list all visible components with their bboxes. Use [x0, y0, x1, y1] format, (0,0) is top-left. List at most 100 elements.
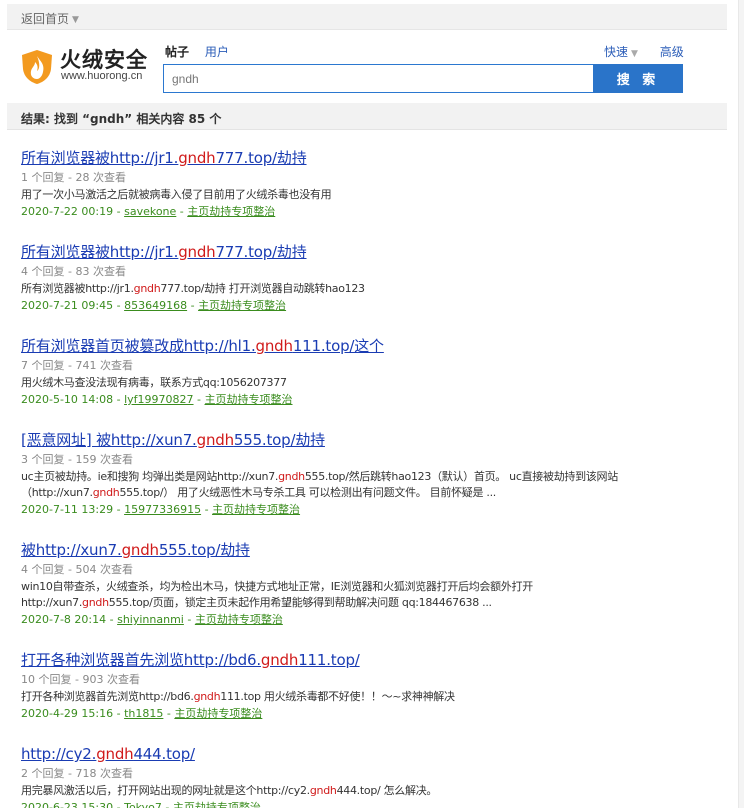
- result-date: 2020-7-11 13:29: [21, 503, 114, 516]
- logo[interactable]: 火绒安全 www.huorong.cn: [20, 48, 150, 88]
- author-link[interactable]: 853649168: [124, 299, 187, 312]
- flame-shield-icon: [22, 50, 52, 84]
- author-link[interactable]: savekone: [124, 205, 176, 218]
- author-link[interactable]: shiyinnanmi: [117, 613, 184, 626]
- result-stats: 3 个回复 - 159 次查看: [21, 453, 133, 466]
- author-link[interactable]: th1815: [124, 707, 163, 720]
- search-button[interactable]: 搜 索: [593, 64, 683, 93]
- author-link[interactable]: 853649168: [124, 299, 187, 312]
- result-title-link[interactable]: [恶意网址] 被http://xun7.gndh555.top/劫持: [21, 431, 721, 450]
- result-item: 被http://xun7.gndh555.top/劫持 4 个回复 - 504 次…: [21, 541, 721, 628]
- summary-highlight: gndh: [309, 784, 337, 797]
- tab-posts[interactable]: 帖子: [165, 43, 189, 60]
- title-highlight: gndh: [196, 431, 234, 449]
- summary-text: 用了一次小马激活之后就被病毒入侵了目前用了火绒杀毒也没有用: [21, 188, 332, 201]
- author-link[interactable]: Tokyo7: [124, 801, 162, 808]
- author-link[interactable]: th1815: [124, 707, 163, 720]
- title-highlight: gndh: [260, 651, 299, 669]
- title-highlight: gndh: [178, 243, 216, 261]
- result-summary-line: win10自带查杀，火绒查杀，均为检出木马，快捷方式地址正常，IE浏览器和火狐浏…: [21, 579, 721, 595]
- result-stats: 4 个回复 - 504 次查看: [21, 563, 133, 576]
- logo-url: www.huorong.cn: [61, 70, 143, 82]
- author-link[interactable]: lyf19970827: [124, 393, 193, 406]
- title-text: 所有浏览器首页被篡改成http://hl1.: [21, 337, 256, 355]
- result-title-link[interactable]: 所有浏览器被http://jr1.gndh777.top/劫持: [21, 149, 721, 168]
- result-summary-line: http://xun7.gndh555.top/页面，锁定主页未起作用希望能够得…: [21, 595, 721, 611]
- quick-search-link[interactable]: 快速: [604, 45, 628, 59]
- title-text: 被http://xun7.: [21, 541, 122, 559]
- forum-label: 主页劫持专项整治: [198, 299, 287, 312]
- title-text: 555.top/劫持: [233, 431, 325, 449]
- title-text: [恶意网址] 被http://xun7.: [21, 431, 197, 449]
- result-meta: 2020-5-10 14:08 - lyf19970827 - 主页劫持专项整治: [21, 393, 293, 406]
- title-text: 所有浏览器被http://jr1.: [21, 243, 179, 261]
- result-item: 所有浏览器首页被篡改成http://hl1.gndh111.top/这个 7 个回…: [21, 337, 721, 408]
- forum-link[interactable]: 主页劫持专项整治: [195, 613, 283, 626]
- result-title-link[interactable]: 所有浏览器首页被篡改成http://hl1.gndh111.top/这个: [21, 337, 721, 356]
- chevron-down-icon: ▼: [72, 15, 79, 25]
- result-summary: 结果: 找到 “gndh” 相关内容 85 个: [21, 112, 222, 126]
- title-text: 555.top/劫持: [158, 541, 250, 559]
- title-highlight: gndh: [121, 541, 159, 559]
- title-highlight: gndh: [96, 745, 134, 763]
- author-link[interactable]: savekone: [124, 205, 176, 218]
- advanced-search-link[interactable]: 高级: [660, 45, 684, 59]
- summary-text: （http://xun7.: [21, 486, 93, 499]
- result-item: [恶意网址] 被http://xun7.gndh555.top/劫持 3 个回复 …: [21, 431, 721, 518]
- forum-label: 主页劫持专项整治: [194, 613, 283, 626]
- result-title-link[interactable]: 所有浏览器被http://jr1.gndh777.top/劫持: [21, 243, 721, 262]
- summary-text: 用火绒木马查没法现有病毒，联系方式qq:1056207377: [21, 376, 287, 389]
- author-link[interactable]: 15977336915: [124, 503, 201, 516]
- author-link[interactable]: Tokyo7: [124, 801, 162, 808]
- scrollbar[interactable]: [738, 0, 744, 808]
- author-link[interactable]: lyf19970827: [124, 393, 193, 406]
- forum-label: 主页劫持专项整治: [212, 503, 301, 516]
- title-text: 打开各种浏览器首先浏览http://bd6.: [21, 651, 261, 669]
- result-item: 所有浏览器被http://jr1.gndh777.top/劫持 4 个回复 - 8…: [21, 243, 721, 314]
- result-title-link[interactable]: 被http://xun7.gndh555.top/劫持: [21, 541, 721, 560]
- title-text: 777.top/劫持: [215, 149, 307, 167]
- summary-highlight: gndh: [193, 690, 221, 703]
- author-link[interactable]: 15977336915: [124, 503, 201, 516]
- back-home-link[interactable]: 返回首页 ▼: [21, 10, 79, 27]
- title-text: 777.top/劫持: [215, 243, 307, 261]
- result-date: 2020-4-29 15:16: [21, 707, 114, 720]
- forum-link[interactable]: 主页劫持专项整治: [174, 707, 262, 720]
- result-title-link[interactable]: http://cy2.gndh444.top/: [21, 745, 721, 764]
- tab-users[interactable]: 用户: [205, 43, 229, 60]
- forum-link[interactable]: 主页劫持专项整治: [205, 393, 293, 406]
- forum-link[interactable]: 主页劫持专项整治: [187, 205, 275, 218]
- summary-text: 111.top 用火绒杀毒都不好使！！～~求神神解决: [220, 690, 455, 703]
- title-text: 所有浏览器被http://jr1.: [21, 149, 179, 167]
- result-meta: 2020-7-21 09:45 - 853649168 - 主页劫持专项整治: [21, 299, 287, 312]
- forum-link[interactable]: 主页劫持专项整治: [212, 503, 300, 516]
- search-tabs: 帖子 用户: [165, 43, 241, 61]
- result-date: 2020-7-21 09:45: [21, 299, 114, 312]
- summary-text: uc主页被劫持。ie和搜狗 均弹出类是网站http://xun7.: [21, 470, 279, 483]
- title-text: 111.top/这个: [292, 337, 384, 355]
- search-input[interactable]: [164, 65, 593, 92]
- result-stats: 4 个回复 - 83 次查看: [21, 265, 126, 278]
- result-summary-line: 所有浏览器被http://jr1.gndh777.top/劫持 打开浏览器自动跳…: [21, 281, 721, 297]
- result-date: 2020-5-10 14:08: [21, 393, 114, 406]
- author-link[interactable]: shiyinnanmi: [117, 613, 184, 626]
- result-item: 所有浏览器被http://jr1.gndh777.top/劫持 1 个回复 - 2…: [21, 149, 721, 220]
- result-summary-line: uc主页被劫持。ie和搜狗 均弹出类是网站http://xun7.gndh555…: [21, 469, 721, 485]
- result-stats: 7 个回复 - 741 次查看: [21, 359, 133, 372]
- summary-text: 555.top/页面，锁定主页未起作用希望能够得到帮助解决问题 qq:18446…: [108, 596, 492, 609]
- top-nav-bar: 返回首页 ▼: [7, 4, 727, 30]
- summary-text: 444.top/ 怎么解决。: [336, 784, 438, 797]
- result-item: 打开各种浏览器首先浏览http://bd6.gndh111.top/10 个回复…: [21, 651, 721, 722]
- result-item: http://cy2.gndh444.top/2 个回复 - 718 次查看 用完…: [21, 745, 721, 808]
- forum-link[interactable]: 主页劫持专项整治: [198, 299, 286, 312]
- summary-text: 555.top/） 用了火绒恶性木马专杀工具 可以检测出有问题文件。 目前怀疑是…: [119, 486, 496, 499]
- title-text: 444.top/: [133, 745, 195, 763]
- result-meta: 2020-4-29 15:16 - th1815 - 主页劫持专项整治: [21, 707, 263, 720]
- forum-link[interactable]: 主页劫持专项整治: [173, 801, 261, 808]
- result-summary-line: （http://xun7.gndh555.top/） 用了火绒恶性木马专杀工具 …: [21, 485, 721, 501]
- forum-label: 主页劫持专项整治: [172, 801, 261, 808]
- result-stats: 10 个回复 - 903 次查看: [21, 673, 140, 686]
- summary-highlight: gndh: [92, 486, 120, 499]
- summary-text: http://xun7.: [21, 596, 83, 609]
- result-title-link[interactable]: 打开各种浏览器首先浏览http://bd6.gndh111.top/: [21, 651, 721, 670]
